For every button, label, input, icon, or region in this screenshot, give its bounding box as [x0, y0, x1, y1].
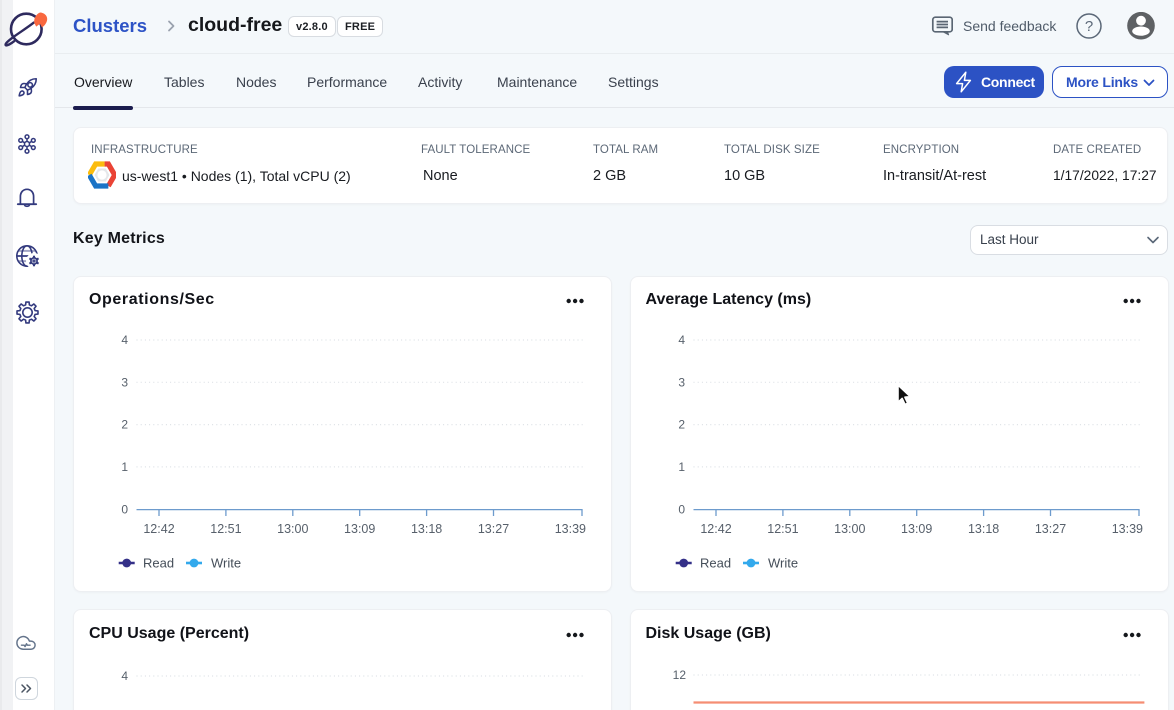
svg-text:?: ? — [1085, 18, 1093, 35]
svg-text:Write: Write — [211, 556, 241, 571]
svg-text:13:09: 13:09 — [344, 522, 375, 536]
svg-text:13:39: 13:39 — [555, 522, 586, 536]
svg-text:1: 1 — [678, 460, 685, 474]
svg-text:13:27: 13:27 — [1034, 522, 1065, 536]
svg-text:4: 4 — [121, 669, 128, 683]
svg-text:0: 0 — [678, 503, 685, 517]
svg-text:13:09: 13:09 — [901, 522, 932, 536]
svg-text:12: 12 — [672, 668, 686, 682]
svg-text:13:18: 13:18 — [967, 522, 998, 536]
svg-text:12:51: 12:51 — [767, 522, 798, 536]
svg-text:13:00: 13:00 — [277, 522, 308, 536]
svg-text:3: 3 — [121, 375, 128, 389]
svg-text:3: 3 — [678, 375, 685, 389]
svg-text:13:00: 13:00 — [834, 522, 865, 536]
svg-text:4: 4 — [678, 333, 685, 347]
svg-text:0: 0 — [121, 503, 128, 517]
svg-text:Write: Write — [768, 556, 798, 571]
svg-text:Read: Read — [143, 556, 174, 571]
svg-text:Read: Read — [700, 556, 731, 571]
svg-text:12:42: 12:42 — [143, 522, 174, 536]
svg-text:2: 2 — [121, 418, 128, 432]
svg-text:2: 2 — [678, 418, 685, 432]
svg-text:12:42: 12:42 — [700, 522, 731, 536]
svg-text:1: 1 — [121, 460, 128, 474]
svg-text:12:51: 12:51 — [210, 522, 241, 536]
svg-text:13:39: 13:39 — [1111, 522, 1142, 536]
svg-text:4: 4 — [121, 333, 128, 347]
svg-text:13:18: 13:18 — [411, 522, 442, 536]
svg-text:13:27: 13:27 — [478, 522, 509, 536]
